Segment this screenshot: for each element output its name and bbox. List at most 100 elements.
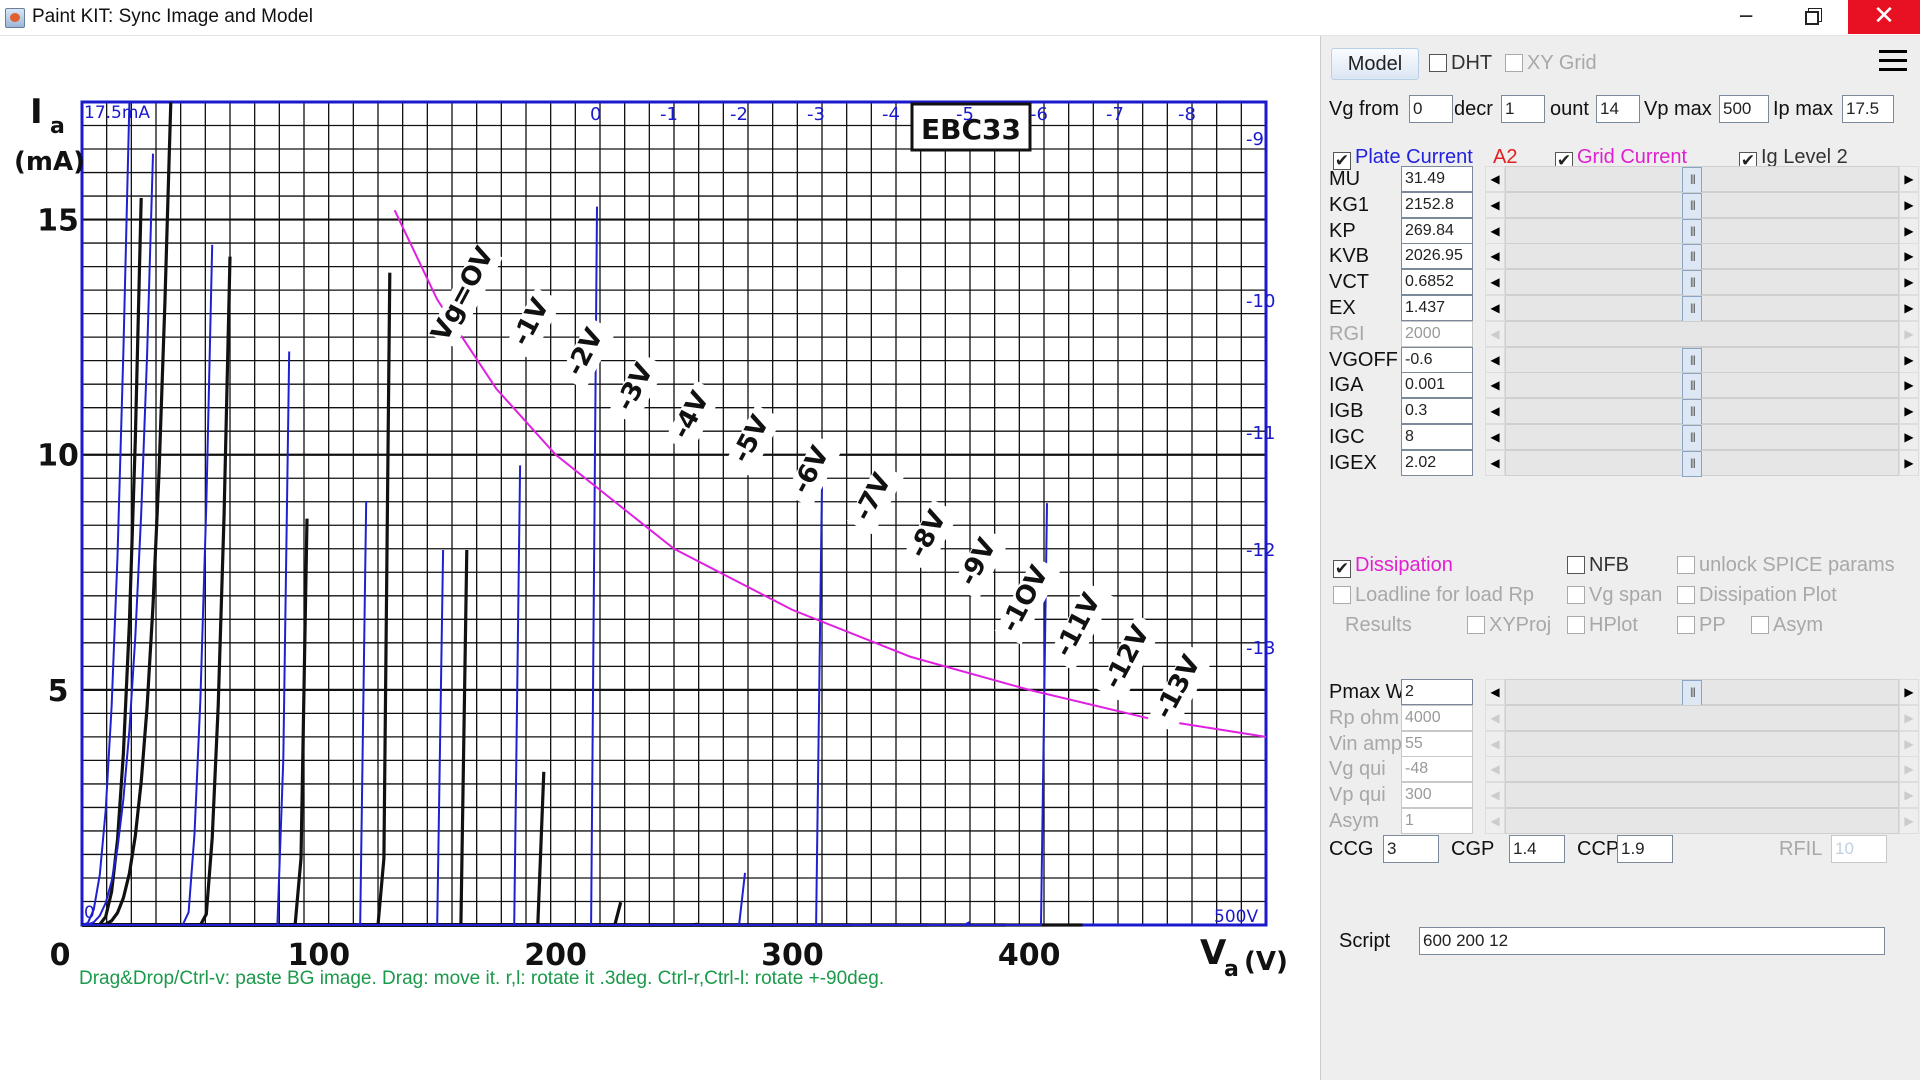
vct-slider[interactable]: ◀ ||| ▶ xyxy=(1485,269,1919,297)
scroll-left-icon[interactable]: ◀ xyxy=(1485,424,1505,450)
slider-thumb[interactable]: ||| xyxy=(1682,450,1703,477)
dissipation-plot-checkbox[interactable]: Dissipation Plot xyxy=(1677,584,1837,607)
slider-thumb[interactable]: ||| xyxy=(1682,270,1703,297)
restore-button[interactable] xyxy=(1776,0,1848,34)
vin-ampl-input[interactable]: 55 xyxy=(1401,730,1473,757)
loadline-check[interactable] xyxy=(1333,586,1351,604)
scroll-right-icon[interactable]: ▶ xyxy=(1899,808,1919,834)
scroll-right-icon[interactable]: ▶ xyxy=(1899,398,1919,425)
vg-qui-input[interactable]: -48 xyxy=(1401,756,1473,783)
scroll-right-icon[interactable]: ▶ xyxy=(1899,320,1919,347)
slider-thumb[interactable]: ||| xyxy=(1682,399,1703,426)
slider-track[interactable]: ||| xyxy=(1505,191,1899,219)
igc-slider[interactable]: ◀ ||| ▶ xyxy=(1485,424,1919,451)
mu-input[interactable]: 31.49 xyxy=(1401,166,1473,192)
xyproj-check[interactable] xyxy=(1467,616,1485,634)
slider-thumb[interactable]: ||| xyxy=(1682,680,1703,706)
slider-thumb[interactable]: ||| xyxy=(1682,347,1703,374)
vin-ampl-slider[interactable]: ◀ ▶ xyxy=(1485,730,1919,757)
asym-input[interactable]: 1 xyxy=(1401,808,1473,834)
igb-slider[interactable]: ◀ ||| ▶ xyxy=(1485,398,1919,426)
ccg-input[interactable]: 3 xyxy=(1383,835,1439,863)
rgi-slider[interactable]: ◀ ▶ xyxy=(1485,320,1919,347)
hplot-checkbox[interactable]: HPlot xyxy=(1567,614,1638,637)
slider-track[interactable]: ||| xyxy=(1505,295,1899,322)
scroll-left-icon[interactable]: ◀ xyxy=(1485,269,1505,296)
slider-track[interactable]: ||| xyxy=(1505,269,1899,297)
results-button[interactable]: Results xyxy=(1345,614,1412,637)
scroll-right-icon[interactable]: ▶ xyxy=(1899,730,1919,757)
slider-track[interactable] xyxy=(1505,782,1899,809)
igb-input[interactable]: 0.3 xyxy=(1401,398,1473,425)
kg1-slider[interactable]: ◀ ||| ▶ xyxy=(1485,191,1919,219)
ex-slider[interactable]: ◀ ||| ▶ xyxy=(1485,295,1919,322)
unlock-spice-check[interactable] xyxy=(1677,556,1695,574)
kp-slider[interactable]: ◀ ||| ▶ xyxy=(1485,217,1919,245)
pmax-w-input[interactable]: 2 xyxy=(1401,679,1473,705)
slider-thumb[interactable]: ||| xyxy=(1682,167,1703,193)
scroll-right-icon[interactable]: ▶ xyxy=(1899,424,1919,450)
scroll-left-icon[interactable]: ◀ xyxy=(1485,166,1505,192)
scroll-right-icon[interactable]: ▶ xyxy=(1899,346,1919,373)
pmax-w-slider[interactable]: ◀ ||| ▶ xyxy=(1485,679,1919,706)
scroll-right-icon[interactable]: ▶ xyxy=(1899,704,1919,731)
pp-check[interactable] xyxy=(1677,616,1695,634)
rp-ohm-input[interactable]: 4000 xyxy=(1401,704,1473,731)
scroll-right-icon[interactable]: ▶ xyxy=(1899,191,1919,218)
ccp-input[interactable]: 1.9 xyxy=(1617,835,1673,863)
scroll-right-icon[interactable]: ▶ xyxy=(1899,217,1919,244)
ex-input[interactable]: 1.437 xyxy=(1401,295,1473,321)
hamburger-menu-icon[interactable] xyxy=(1879,50,1907,76)
kp-input[interactable]: 269.84 xyxy=(1401,217,1473,244)
slider-track[interactable] xyxy=(1505,756,1899,783)
igc-input[interactable]: 8 xyxy=(1401,424,1473,450)
dissipation-checkbox[interactable]: ✔ Dissipation xyxy=(1333,554,1453,578)
slider-track[interactable]: ||| xyxy=(1505,243,1899,271)
slider-track[interactable] xyxy=(1505,808,1899,834)
slider-thumb[interactable]: ||| xyxy=(1682,296,1703,322)
scroll-left-icon[interactable]: ◀ xyxy=(1485,449,1505,476)
scroll-right-icon[interactable]: ▶ xyxy=(1899,782,1919,809)
slider-track[interactable]: ||| xyxy=(1505,449,1899,477)
vg-from-input[interactable]: 0 xyxy=(1409,95,1453,123)
rp-ohm-slider[interactable]: ◀ ▶ xyxy=(1485,704,1919,731)
slider-thumb[interactable]: ||| xyxy=(1682,425,1703,451)
scroll-left-icon[interactable]: ◀ xyxy=(1485,346,1505,373)
slider-thumb[interactable]: ||| xyxy=(1682,218,1703,245)
scroll-left-icon[interactable]: ◀ xyxy=(1485,704,1505,731)
unlock-spice-checkbox[interactable]: unlock SPICE params xyxy=(1677,554,1895,577)
slider-thumb[interactable]: ||| xyxy=(1682,244,1703,271)
vg-span-checkbox[interactable]: Vg span xyxy=(1567,584,1662,607)
vpmax-input[interactable]: 500 xyxy=(1719,95,1769,123)
dht-check[interactable] xyxy=(1429,54,1447,72)
scroll-right-icon[interactable]: ▶ xyxy=(1899,449,1919,476)
pp-checkbox[interactable]: PP xyxy=(1677,614,1726,637)
scroll-right-icon[interactable]: ▶ xyxy=(1899,269,1919,296)
dht-checkbox[interactable]: DHT xyxy=(1429,52,1492,75)
dissipation-check[interactable]: ✔ xyxy=(1333,560,1351,578)
loadline-checkbox[interactable]: Loadline for load Rp xyxy=(1333,584,1534,607)
dissipation-plot-check[interactable] xyxy=(1677,586,1695,604)
slider-thumb[interactable]: ||| xyxy=(1682,373,1703,400)
scroll-left-icon[interactable]: ◀ xyxy=(1485,756,1505,783)
slider-track[interactable] xyxy=(1505,704,1899,731)
slider-track[interactable]: ||| xyxy=(1505,679,1899,706)
slider-track[interactable]: ||| xyxy=(1505,217,1899,245)
vgoff-slider[interactable]: ◀ ||| ▶ xyxy=(1485,346,1919,374)
slider-track[interactable]: ||| xyxy=(1505,372,1899,400)
scroll-right-icon[interactable]: ▶ xyxy=(1899,295,1919,321)
scroll-left-icon[interactable]: ◀ xyxy=(1485,243,1505,270)
scroll-left-icon[interactable]: ◀ xyxy=(1485,372,1505,399)
slider-track[interactable]: ||| xyxy=(1505,166,1899,193)
vp-qui-slider[interactable]: ◀ ▶ xyxy=(1485,782,1919,809)
plot-area[interactable]: EBC33 0 100 200 300 400 5 10 15 Ia (mA) Va (V) 17.5mA… xyxy=(0,36,1320,1080)
hplot-check[interactable] xyxy=(1567,616,1585,634)
cgp-input[interactable]: 1.4 xyxy=(1509,835,1565,863)
scroll-left-icon[interactable]: ◀ xyxy=(1485,398,1505,425)
iga-slider[interactable]: ◀ ||| ▶ xyxy=(1485,372,1919,400)
vgoff-input[interactable]: -0.6 xyxy=(1401,346,1473,373)
scroll-right-icon[interactable]: ▶ xyxy=(1899,372,1919,399)
ipmax-input[interactable]: 17.5 xyxy=(1842,95,1894,123)
scroll-right-icon[interactable]: ▶ xyxy=(1899,243,1919,270)
iga-input[interactable]: 0.001 xyxy=(1401,372,1473,399)
